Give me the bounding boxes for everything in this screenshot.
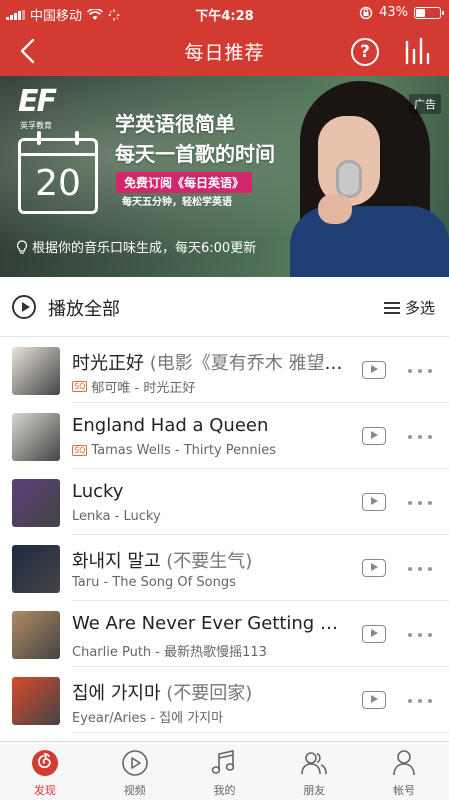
banner-hint-text: 根据你的音乐口味生成，每天6:00更新 [32, 241, 257, 256]
song-title: We Are Never Ever Getting Back Together [72, 613, 350, 634]
song-row[interactable]: 집에 가지마 (不要回家) Eyear/Aries - 집에 가지마 [0, 667, 449, 733]
friends-icon [301, 752, 328, 775]
now-playing-icon[interactable] [404, 36, 430, 66]
album-cover [12, 413, 60, 461]
multi-select-label: 多选 [404, 299, 435, 317]
music-note-icon [212, 750, 235, 774]
more-icon[interactable] [408, 567, 432, 571]
song-artist-album: Charlie Puth - 最新热歌慢摇113 [72, 645, 267, 660]
song-title: Lucky [72, 481, 350, 502]
song-meta: Eyear/Aries - 집에 가지마 [72, 707, 342, 726]
song-alias: (电影《夏有乔木 雅望天堂》插曲) [149, 353, 350, 374]
song-row[interactable]: 时光正好 (电影《夏有乔木 雅望天堂》插曲) SQ郁可唯 - 时光正好 [0, 337, 449, 403]
album-cover [12, 677, 60, 725]
banner-headline-2: 每天一首歌的时间 [115, 142, 275, 166]
tab-video[interactable]: 视频 [90, 742, 180, 800]
mv-play-icon[interactable] [362, 559, 386, 577]
mv-play-icon[interactable] [362, 493, 386, 511]
calendar-icon: 20 [18, 131, 98, 214]
help-icon[interactable]: ? [351, 38, 379, 66]
song-row[interactable]: We Are Never Ever Getting Back Together C… [0, 601, 449, 667]
tab-mine[interactable]: 我的 [180, 742, 270, 800]
play-all-button[interactable]: 播放全部 [48, 295, 120, 321]
list-icon [383, 301, 400, 315]
tab-label: 朋友 [303, 784, 326, 797]
ef-logo-sub: 英孚教育 [20, 121, 52, 130]
song-meta: Charlie Puth - 最新热歌慢摇113 [72, 641, 342, 660]
mv-play-icon[interactable] [362, 625, 386, 643]
album-cover [12, 479, 60, 527]
album-cover [12, 611, 60, 659]
multi-select-button[interactable]: 多选 [383, 297, 435, 318]
song-meta: SQ 郁可唯 - 时光正好 [72, 377, 342, 396]
song-artist-album: Tamas Wells - Thirty Pennies [91, 443, 277, 458]
song-meta: Taru - The Song Of Songs [72, 575, 342, 590]
mv-play-icon[interactable] [362, 361, 386, 379]
song-title-text: 화내지 말고 [72, 551, 161, 572]
lightbulb-icon [16, 239, 28, 254]
more-icon[interactable] [408, 633, 432, 637]
navigation-bar: 每日推荐 ? [0, 26, 449, 76]
song-title-text: England Had a Queen [72, 415, 269, 436]
song-row[interactable]: 화내지 말고 (不要生气) Taru - The Song Of Songs [0, 535, 449, 601]
song-artist-album: 郁可唯 - 时光正好 [91, 381, 196, 396]
song-row[interactable]: Lucky Lenka - Lucky [0, 469, 449, 535]
song-title-text: Lucky [72, 481, 124, 502]
more-icon[interactable] [408, 699, 432, 703]
song-artist-album: Taru - The Song Of Songs [72, 575, 236, 590]
tab-label: 发现 [33, 784, 56, 797]
song-title-text: We Are Never Ever Getting Back Together [72, 613, 350, 634]
ef-logo: EF [18, 84, 57, 119]
banner-promo-tag: 免费订阅《每日英语》 [116, 172, 253, 193]
play-circle-icon[interactable] [12, 295, 36, 319]
banner-headline-1: 学英语很简单 [115, 112, 235, 136]
sq-badge: SQ [72, 381, 88, 392]
song-alias: (不要生气) [160, 551, 253, 572]
song-alias: (不要回家) [160, 683, 253, 704]
sq-badge: SQ [72, 445, 88, 456]
song-row[interactable]: England Had a Queen SQ Tamas Wells - Thirt… [0, 403, 449, 469]
battery-icon [414, 6, 444, 19]
headphones-icon [336, 160, 362, 198]
ad-label: 广告 [409, 94, 441, 114]
discover-icon [31, 750, 58, 776]
mv-play-icon[interactable] [362, 427, 386, 445]
banner-promo-sub: 每天五分钟，轻松学英语 [122, 197, 232, 208]
calendar-day: 20 [35, 163, 81, 204]
tab-account[interactable]: 帐号 [359, 742, 449, 800]
song-artist-album: Eyear/Aries - 집에 가지마 [72, 711, 224, 726]
battery-fill [416, 8, 425, 17]
more-icon[interactable] [408, 369, 432, 373]
video-icon [121, 750, 148, 776]
song-artist-album: Lenka - Lucky [72, 509, 161, 524]
more-icon[interactable] [408, 501, 432, 505]
song-title-text: 时光正好 [72, 353, 144, 374]
tab-bar: 发现 视频 我的 朋友 帐号 [0, 741, 449, 800]
song-title: 화내지 말고 (不要生气) [72, 547, 350, 573]
song-title: 时光正好 (电影《夏有乔木 雅望天堂》插曲) [72, 349, 350, 375]
battery-percent: 43% [379, 5, 408, 20]
mv-play-icon[interactable] [362, 691, 386, 709]
tab-friends[interactable]: 朋友 [269, 742, 359, 800]
rotation-lock-icon [359, 6, 373, 19]
page-title: 每日推荐 [184, 42, 265, 64]
song-meta: SQ Tamas Wells - Thirty Pennies [72, 443, 342, 458]
banner-hint: 根据你的音乐口味生成，每天6:00更新 [16, 237, 256, 256]
tab-discover[interactable]: 发现 [0, 742, 90, 800]
tab-label: 视频 [123, 784, 146, 797]
status-bar: 中国移动 下午4:28 43% [0, 0, 449, 26]
more-icon[interactable] [408, 435, 432, 439]
song-title: England Had a Queen [72, 415, 350, 436]
ad-banner[interactable]: 广告 EF 英孚教育 20 学英语很简单 每天一首歌的时间 免费订阅《每日英语》… [0, 76, 449, 277]
tab-label: 我的 [213, 784, 236, 797]
song-title-text: 집에 가지마 [72, 683, 161, 704]
play-all-bar: 播放全部 多选 [0, 277, 449, 337]
song-meta: Lenka - Lucky [72, 509, 342, 524]
tab-label: 帐号 [393, 784, 416, 797]
album-cover [12, 347, 60, 395]
account-icon [393, 750, 415, 776]
album-cover [12, 545, 60, 593]
song-title: 집에 가지마 (不要回家) [72, 679, 350, 705]
